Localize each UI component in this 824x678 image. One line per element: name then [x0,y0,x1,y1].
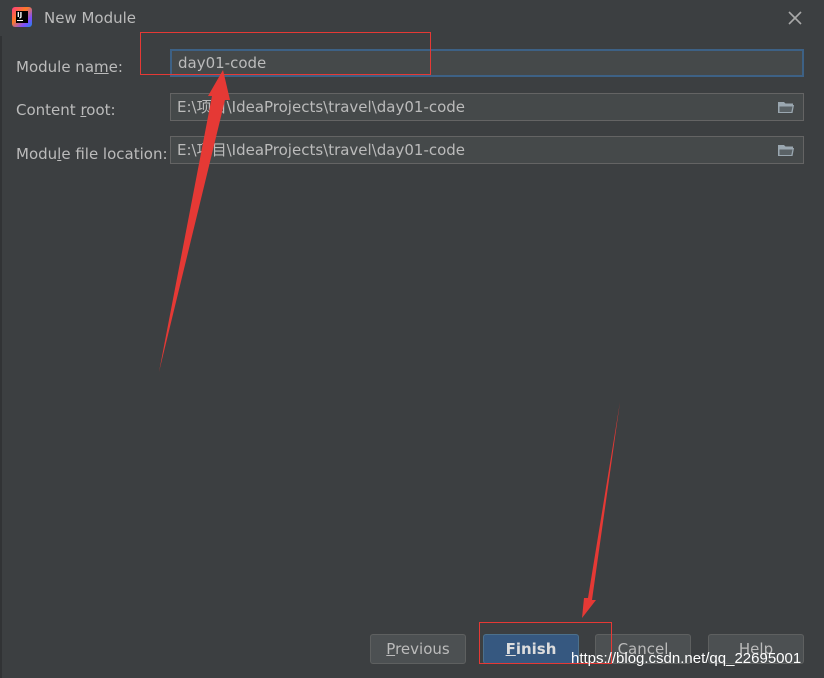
title-bar: IJ New Module [0,0,824,36]
window-left-edge [0,36,2,678]
previous-button[interactable]: Previous [370,634,466,664]
module-file-location-value: E:\项目\IdeaProjects\travel\day01-code [177,141,466,159]
annotation-arrow-down [582,402,620,618]
intellij-idea-icon: IJ [12,7,32,27]
annotation-box-module-name [140,32,431,75]
watermark-text: https://blog.csdn.net/qq_22695001 [571,650,802,667]
module-file-location-input[interactable]: E:\项目\IdeaProjects\travel\day01-code [170,136,804,164]
close-button[interactable] [784,7,806,29]
close-icon [788,11,802,25]
browse-folder-icon[interactable] [777,100,795,114]
content-root-label: Content root: [16,101,116,119]
module-file-location-label: Module file location: [16,145,168,163]
module-name-label: Module name: [16,58,123,76]
content-root-input[interactable]: E:\项目\IdeaProjects\travel\day01-code [170,93,804,121]
browse-folder-icon[interactable] [777,143,795,157]
content-root-value: E:\项目\IdeaProjects\travel\day01-code [177,98,466,116]
window-title: New Module [44,9,137,27]
